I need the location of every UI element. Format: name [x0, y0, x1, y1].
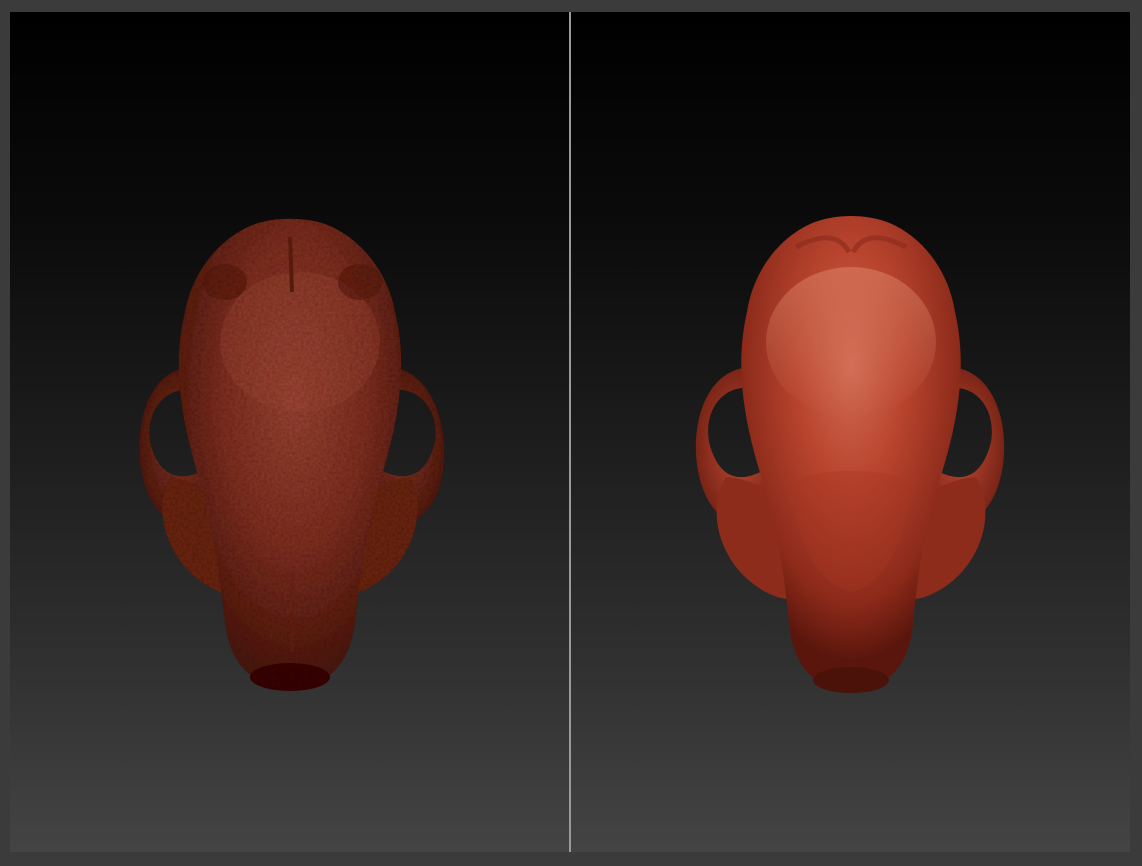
viewport-left[interactable]	[10, 12, 569, 852]
skull-textured-render	[139, 218, 445, 691]
viewport-right[interactable]	[571, 12, 1130, 852]
app-frame	[0, 0, 1142, 866]
skull-smooth-render	[695, 216, 1005, 693]
